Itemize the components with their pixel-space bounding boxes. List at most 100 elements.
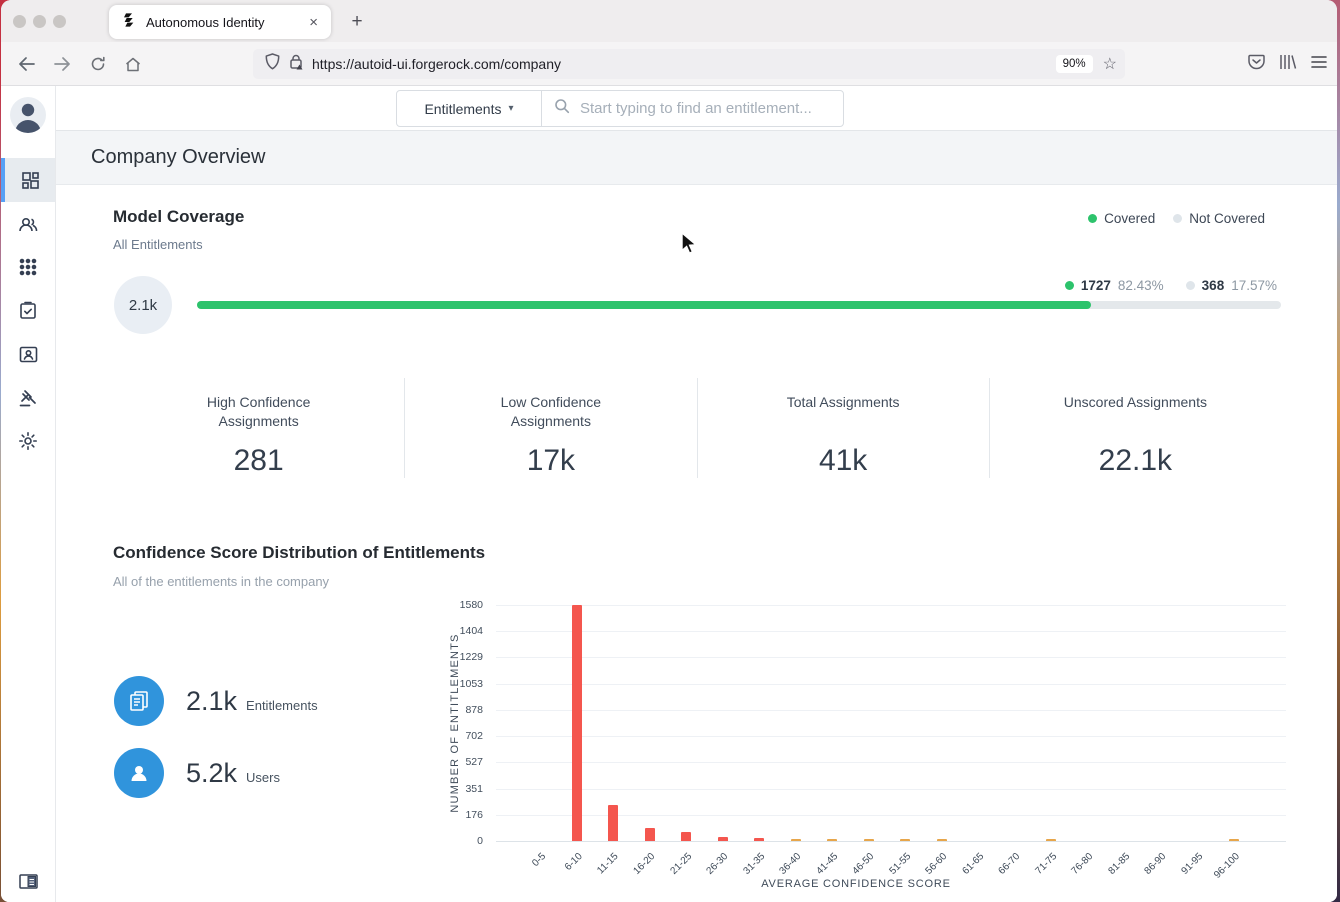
- stat-value: 281: [113, 444, 404, 478]
- url-domain: https://autoid-ui.forgerock.com: [312, 56, 500, 72]
- chart-bar: [1229, 839, 1239, 841]
- chart-x-tick: 21-25: [668, 851, 694, 877]
- pocket-icon[interactable]: [1248, 54, 1265, 75]
- users-count: 5.2k: [186, 758, 237, 789]
- chart-bar: [1046, 839, 1056, 841]
- page-title: Company Overview: [91, 131, 266, 184]
- page-header-band: Company Overview: [56, 131, 1337, 185]
- not-covered-dot-icon: [1186, 281, 1195, 290]
- sidebar-item-rules[interactable]: [1, 376, 55, 420]
- chart-bar: [827, 839, 837, 841]
- stat-high-confidence: High Confidence Assignments 281: [113, 378, 404, 478]
- chart-y-tick: 1580: [441, 599, 483, 611]
- entitlements-chip: 2.1k Entitlements: [114, 676, 318, 726]
- chart-x-tick: 76-80: [1070, 851, 1096, 877]
- reload-button[interactable]: [83, 49, 113, 79]
- chart-x-tick: 51-55: [887, 851, 913, 877]
- chart-bar: [791, 839, 801, 841]
- chart-x-tick: 31-35: [741, 851, 767, 877]
- chart-x-tick: 36-40: [778, 851, 804, 877]
- chart-x-tick: 11-15: [596, 851, 621, 876]
- stat-label: Unscored Assignments: [1055, 393, 1215, 431]
- forgerock-logo-icon: [122, 12, 138, 33]
- chart-bar: [608, 805, 618, 841]
- stat-total-assignments: Total Assignments 41k: [698, 378, 989, 478]
- model-coverage-subtitle: All Entitlements: [113, 237, 203, 252]
- sidebar-item-users[interactable]: [1, 202, 55, 246]
- entity-search-bar: Entitlements ▾: [56, 86, 1337, 131]
- chart-x-tick: 0-5: [530, 851, 548, 869]
- stat-value: 41k: [698, 444, 989, 478]
- window-zoom-button[interactable]: [53, 15, 66, 28]
- entity-type-label: Entitlements: [424, 101, 501, 117]
- chart-x-axis-title: AVERAGE CONFIDENCE SCORE: [461, 878, 1251, 890]
- sidebar-item-applications[interactable]: [1, 245, 55, 289]
- chart-bar: [572, 605, 582, 841]
- chart-y-tick: 527: [441, 756, 483, 768]
- chart-x-tick: 91-95: [1179, 851, 1205, 877]
- chart-x-tick: 41-45: [814, 851, 840, 877]
- user-avatar[interactable]: [10, 97, 46, 133]
- chart-y-tick: 0: [441, 835, 483, 847]
- sidebar-item-settings[interactable]: [1, 419, 55, 463]
- chart-bar: [937, 839, 947, 841]
- window-minimize-button[interactable]: [33, 15, 46, 28]
- entity-type-dropdown[interactable]: Entitlements ▾: [397, 91, 542, 126]
- tab-title: Autonomous Identity: [146, 15, 306, 30]
- not-covered-count: 368: [1202, 278, 1225, 293]
- entitlements-icon: [114, 676, 164, 726]
- browser-tab[interactable]: Autonomous Identity ×: [109, 5, 331, 39]
- chart-slots: 0-56-1011-1516-2021-2526-3031-3536-4041-…: [522, 605, 1252, 841]
- overview-card: Model Coverage All Entitlements Covered …: [56, 185, 1337, 902]
- sidebar-item-approvals[interactable]: [1, 288, 55, 332]
- sidebar-collapse-toggle[interactable]: [1, 859, 55, 902]
- chart-y-tick: 1229: [441, 651, 483, 663]
- tracking-protection-shield-icon[interactable]: [265, 53, 280, 75]
- back-button[interactable]: [11, 49, 41, 79]
- covered-dot-icon: [1088, 214, 1097, 223]
- chart-x-tick: 71-75: [1033, 851, 1059, 877]
- not-covered-percent: 17.57%: [1231, 278, 1277, 293]
- total-entitlements-bubble: 2.1k: [114, 276, 172, 334]
- chart-bar: [718, 837, 728, 841]
- chart-x-tick: 26-30: [705, 851, 731, 877]
- tab-close-icon[interactable]: ×: [306, 14, 321, 31]
- library-icon[interactable]: [1279, 54, 1297, 75]
- zoom-level-badge[interactable]: 90%: [1056, 55, 1093, 73]
- entitlements-count: 2.1k: [186, 686, 237, 717]
- url-text: https://autoid-ui.forgerock.com/company: [312, 56, 1056, 72]
- legend-item-not-covered[interactable]: Not Covered: [1173, 211, 1265, 226]
- window-close-button[interactable]: [13, 15, 26, 28]
- covered-percent: 82.43%: [1118, 278, 1164, 293]
- stat-value: 17k: [405, 444, 696, 478]
- chart-y-labels: 01763515277028781053122914041580: [441, 605, 487, 841]
- assignment-stats: High Confidence Assignments 281 Low Conf…: [113, 378, 1281, 478]
- stat-value: 22.1k: [990, 444, 1281, 478]
- new-tab-button[interactable]: +: [343, 8, 371, 36]
- legend-item-covered[interactable]: Covered: [1088, 211, 1155, 226]
- navigation-toolbar: https://autoid-ui.forgerock.com/company …: [1, 42, 1337, 86]
- menu-hamburger-icon[interactable]: [1311, 55, 1327, 74]
- covered-count: 1727: [1081, 278, 1111, 293]
- chart-x-tick: 46-50: [851, 851, 877, 877]
- sidebar-item-certifications[interactable]: [1, 332, 55, 376]
- titlebar: Autonomous Identity × +: [1, 0, 1337, 42]
- connection-lock-icon[interactable]: [289, 54, 303, 75]
- chart-bar: [754, 838, 764, 841]
- page-content: Entitlements ▾ Company Overview Mode: [56, 86, 1337, 902]
- chart-y-tick: 1053: [441, 678, 483, 690]
- users-chip: 5.2k Users: [114, 748, 280, 798]
- home-button[interactable]: [118, 49, 148, 79]
- users-label: Users: [246, 770, 280, 785]
- bookmark-star-icon[interactable]: ☆: [1103, 54, 1117, 74]
- chart-bar: [645, 828, 655, 841]
- url-bar[interactable]: https://autoid-ui.forgerock.com/company …: [253, 49, 1125, 79]
- chart-x-tick: 56-60: [924, 851, 950, 877]
- forward-button[interactable]: [47, 49, 77, 79]
- sidebar-item-dashboard[interactable]: [1, 158, 55, 202]
- users-icon: [114, 748, 164, 798]
- stat-unscored-assignments: Unscored Assignments 22.1k: [990, 378, 1281, 478]
- coverage-counts: 1727 82.43% 368 17.57%: [1065, 278, 1277, 293]
- browser-window: Autonomous Identity × + https://autoid-u…: [1, 0, 1337, 902]
- search-input[interactable]: [580, 100, 831, 117]
